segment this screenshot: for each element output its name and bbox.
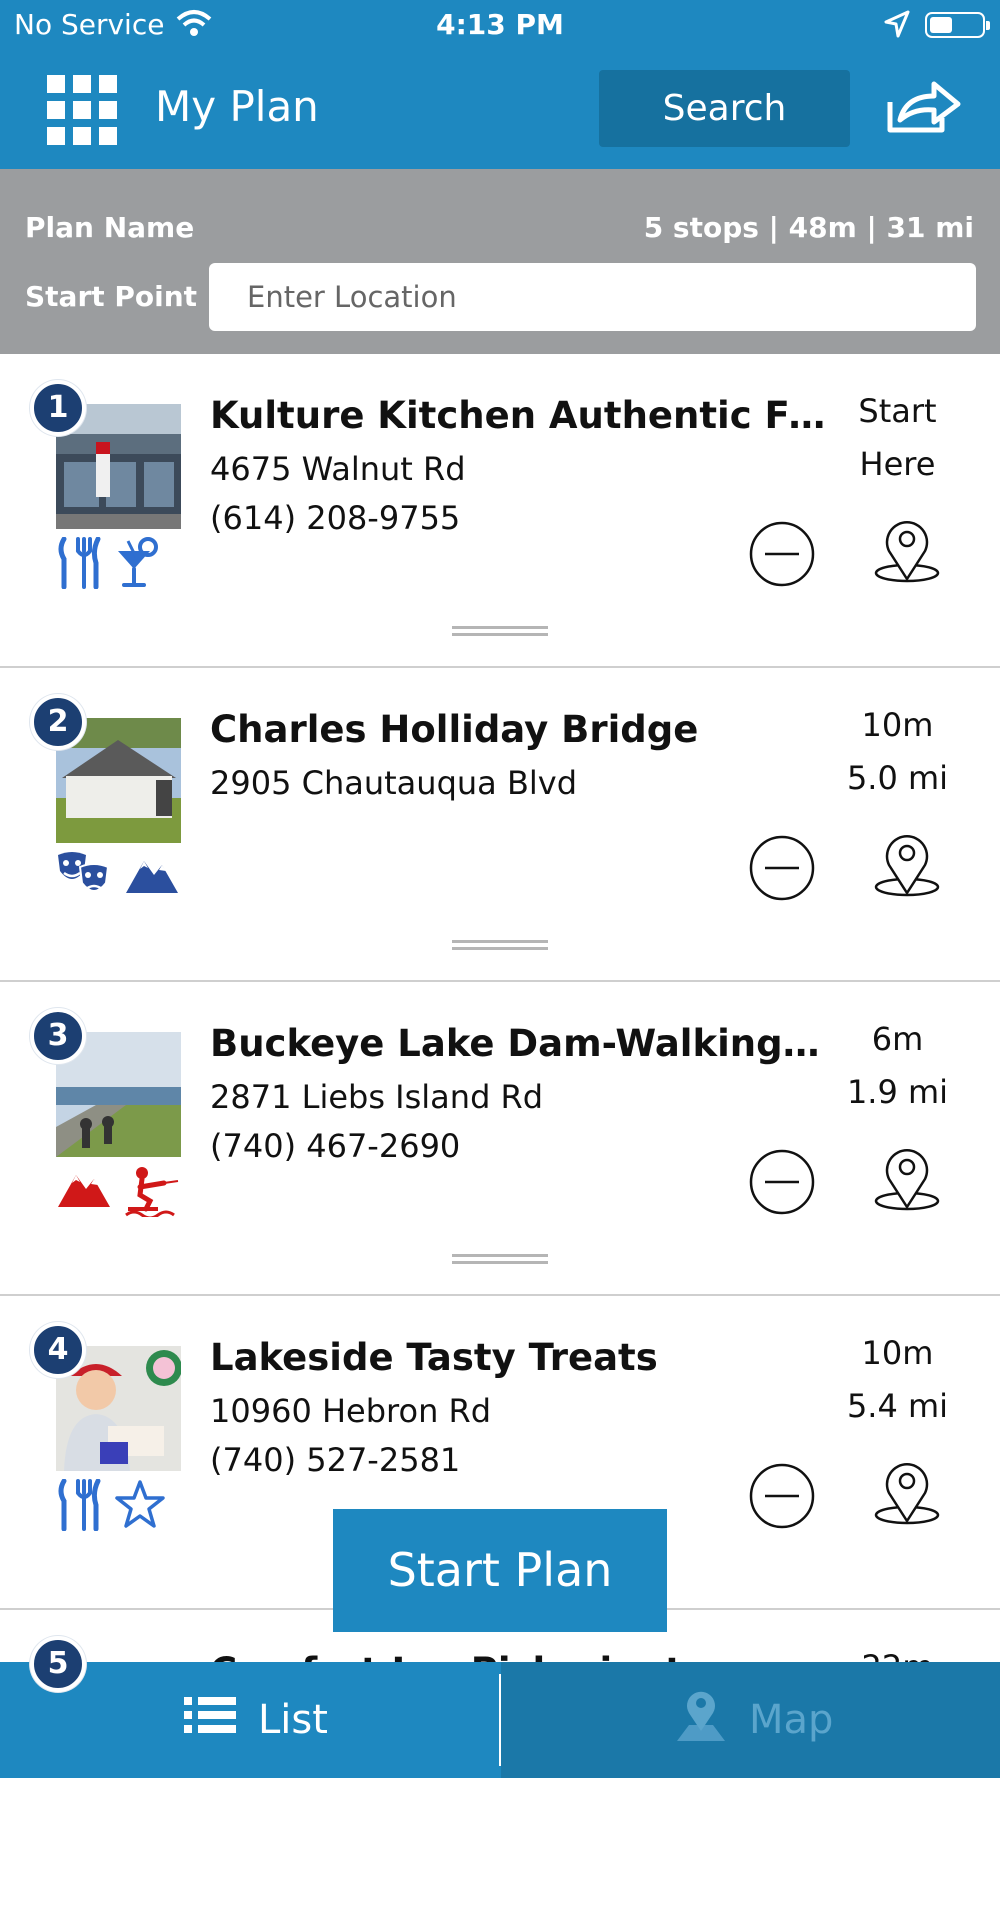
map-pin-icon[interactable] (873, 831, 941, 903)
status-bar: No Service 4:13 PM (0, 0, 1000, 50)
dining-icon (56, 1478, 102, 1535)
plan-name-label[interactable]: Plan Name (25, 211, 194, 244)
stop-phone[interactable]: (614) 208-9755 (210, 499, 460, 537)
map-pin-icon[interactable] (873, 517, 941, 589)
stop-item[interactable]: 3 Buckeye Lake Dam-Walking &... 2871 Lie… (0, 982, 1000, 1296)
drag-handle[interactable] (452, 940, 548, 950)
start-plan-button[interactable]: Start Plan (333, 1509, 667, 1632)
stop-travel-time: 10m (861, 706, 934, 744)
page-title: My Plan (155, 82, 319, 131)
stop-address: 10960 Hebron Rd (210, 1392, 492, 1430)
tab-map[interactable]: Map (501, 1662, 1000, 1778)
clock: 4:13 PM (436, 8, 564, 41)
stop-distance: 5.4 mi (846, 1387, 949, 1425)
stop-name[interactable]: Charles Holliday Bridge (210, 708, 830, 751)
outdoors-mountain-icon (124, 851, 180, 905)
map-pin-icon[interactable] (873, 1145, 941, 1217)
stop-distance: 5.0 mi (846, 759, 949, 797)
drag-handle[interactable] (452, 626, 548, 636)
stop-address: 4675 Walnut Rd (210, 450, 466, 488)
menu-grid-icon[interactable] (47, 75, 117, 145)
water-ski-icon (124, 1165, 180, 1221)
stop-item[interactable]: 1 Kulture Kitchen Authentic Foo... 4675 … (0, 354, 1000, 668)
app-header: My Plan Search (0, 50, 1000, 169)
remove-stop-icon[interactable] (749, 521, 815, 591)
stop-number-badge: 5 (30, 1636, 86, 1692)
tab-list-label: List (258, 1697, 328, 1743)
map-icon (675, 1687, 727, 1753)
stop-number-badge: 3 (30, 1008, 86, 1064)
start-point-label: Start Point (25, 280, 198, 313)
tab-map-label: Map (749, 1697, 834, 1743)
search-button[interactable]: Search (599, 70, 850, 147)
stop-phone[interactable]: (740) 527-2581 (210, 1441, 460, 1479)
arts-theater-icon (56, 851, 112, 905)
stop-travel-time: 10m (861, 1334, 934, 1372)
location-arrow-icon (884, 10, 910, 42)
stop-name[interactable]: Buckeye Lake Dam-Walking &... (210, 1022, 830, 1065)
stop-distance: Here (859, 445, 936, 483)
outdoors-mountain-icon (56, 1165, 112, 1221)
stop-phone[interactable]: (740) 467-2690 (210, 1127, 460, 1165)
remove-stop-icon[interactable] (749, 835, 815, 905)
stop-travel-time: Start (858, 392, 937, 430)
stop-address: 2905 Chautauqua Blvd (210, 764, 578, 802)
drinks-icon (114, 537, 160, 593)
category-icons (56, 1165, 180, 1221)
stop-number-badge: 4 (30, 1322, 86, 1378)
star-icon (114, 1479, 166, 1535)
map-pin-icon[interactable] (873, 1459, 941, 1531)
stop-number-badge: 2 (30, 694, 86, 750)
remove-stop-icon[interactable] (749, 1149, 815, 1219)
stop-name[interactable]: Kulture Kitchen Authentic Foo... (210, 394, 830, 437)
category-icons (56, 851, 180, 905)
stop-distance: 1.9 mi (846, 1073, 949, 1111)
stop-address: 2871 Liebs Island Rd (210, 1078, 544, 1116)
stop-item[interactable]: 2 Charles Holliday Bridge 2905 Chautauqu… (0, 668, 1000, 982)
list-icon (184, 1695, 236, 1745)
stop-number-badge: 1 (30, 380, 86, 436)
battery-icon (925, 12, 990, 38)
drag-handle[interactable] (452, 1254, 548, 1264)
share-icon[interactable] (886, 80, 962, 140)
bottom-tab-bar: List Map (0, 1662, 1000, 1778)
category-icons (56, 1478, 166, 1535)
start-location-input[interactable] (209, 263, 976, 331)
stop-name[interactable]: Lakeside Tasty Treats (210, 1336, 830, 1379)
dining-icon (56, 536, 102, 593)
stop-travel-time: 6m (871, 1020, 924, 1058)
plan-panel: Plan Name 5 stops | 48m | 31 mi Start Po… (0, 169, 1000, 354)
remove-stop-icon[interactable] (749, 1463, 815, 1533)
category-icons (56, 536, 160, 593)
plan-summary: 5 stops | 48m | 31 mi (643, 211, 974, 244)
